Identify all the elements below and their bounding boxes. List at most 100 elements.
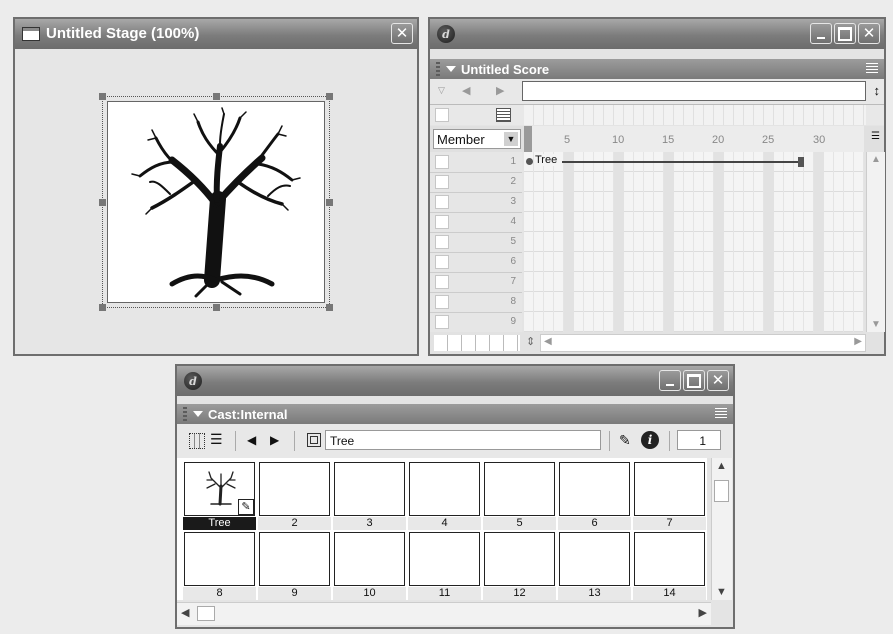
cast-minimize-button[interactable] xyxy=(659,370,681,391)
options-menu-icon[interactable] xyxy=(866,63,878,74)
channel-toggle[interactable] xyxy=(435,155,449,169)
next-marker-icon[interactable]: ▶ xyxy=(496,84,504,97)
collapse-arrow-icon[interactable] xyxy=(446,66,456,72)
cast-member-slot[interactable]: 7 xyxy=(633,462,706,530)
cast-member-slot[interactable]: 12 xyxy=(483,532,556,600)
channel-row[interactable]: 2 xyxy=(430,172,522,193)
score-vertical-scrollbar[interactable]: ▲ ▼ xyxy=(866,152,885,332)
cast-vertical-scrollbar[interactable]: ▲ ▼ xyxy=(711,458,732,600)
cast-member-number-field[interactable]: 1 xyxy=(677,430,721,450)
resize-handle-br[interactable] xyxy=(326,304,333,311)
resize-handle-bl[interactable] xyxy=(99,304,106,311)
cast-member-slot[interactable]: 9 xyxy=(258,532,331,600)
cast-panel-header[interactable]: Cast:Internal xyxy=(177,404,733,424)
channel-toggle[interactable] xyxy=(435,275,449,289)
script-channel-cells[interactable] xyxy=(524,105,866,125)
panel-grip[interactable] xyxy=(436,62,440,76)
panel-grip[interactable] xyxy=(183,407,187,421)
scroll-thumb[interactable] xyxy=(197,606,215,621)
scroll-up-icon[interactable]: ▲ xyxy=(716,460,727,472)
channel-row[interactable]: 4 xyxy=(430,212,522,233)
resize-handle-bc[interactable] xyxy=(213,304,220,311)
score-slider-handle[interactable]: ⇕ xyxy=(526,335,535,348)
scroll-right-icon[interactable]: ▶ xyxy=(854,336,862,347)
previous-member-icon[interactable]: ◀ xyxy=(247,433,256,447)
score-close-button[interactable]: ✕ xyxy=(858,23,880,44)
cast-member-slot[interactable]: 14 xyxy=(633,532,706,600)
channel-toggle[interactable] xyxy=(435,255,449,269)
channel-row[interactable]: 7 xyxy=(430,272,522,293)
channel-toggle[interactable] xyxy=(435,235,449,249)
sprite-span[interactable]: Tree xyxy=(526,154,804,167)
channel-toggle[interactable] xyxy=(435,315,449,329)
stage-titlebar[interactable]: Untitled Stage (100%) ✕ xyxy=(15,19,417,49)
list-view-icon[interactable]: ☰ xyxy=(210,432,223,446)
cast-member-slot[interactable]: 11 xyxy=(408,532,481,600)
channel-row[interactable]: 5 xyxy=(430,232,522,253)
script-channel-toggle[interactable] xyxy=(435,108,449,122)
playhead[interactable] xyxy=(524,126,532,152)
cast-member-slot[interactable]: 8 xyxy=(183,532,256,600)
cast-close-button[interactable]: ✕ xyxy=(707,370,729,391)
score-horizontal-scrollbar[interactable]: ◀ ▶ xyxy=(540,334,866,352)
resize-handle-tl[interactable] xyxy=(99,93,106,100)
cast-member-slot[interactable]: 2 xyxy=(258,462,331,530)
next-member-icon[interactable]: ▶ xyxy=(270,433,279,447)
cast-member-slot[interactable]: 10 xyxy=(333,532,406,600)
score-maximize-button[interactable] xyxy=(834,23,856,44)
cast-titlebar[interactable]: d ✕ xyxy=(177,366,733,396)
cast-member-tree[interactable]: ✎ Tree xyxy=(183,462,256,530)
scroll-left-icon[interactable]: ◀ xyxy=(544,336,552,347)
member-info-icon[interactable]: i xyxy=(641,431,659,449)
channel-row[interactable]: 8 xyxy=(430,292,522,313)
channel-toggle[interactable] xyxy=(435,195,449,209)
resize-handle-tr[interactable] xyxy=(326,93,333,100)
score-panel-header[interactable]: Untitled Score xyxy=(430,59,884,79)
sprite-bounding-box[interactable] xyxy=(99,93,333,311)
stage-canvas[interactable] xyxy=(15,49,417,354)
channel-toggle[interactable] xyxy=(435,215,449,229)
drag-cast-member-icon[interactable] xyxy=(307,433,321,447)
stage-close-button[interactable]: ✕ xyxy=(391,23,413,44)
resize-handle-tc[interactable] xyxy=(213,93,220,100)
scroll-down-icon[interactable]: ▼ xyxy=(871,319,881,330)
channel-row[interactable]: 1 xyxy=(430,152,522,173)
script-icon[interactable] xyxy=(496,108,511,122)
previous-marker-icon[interactable]: ◀ xyxy=(462,84,470,97)
scroll-thumb[interactable] xyxy=(714,480,729,502)
scroll-down-icon[interactable]: ▼ xyxy=(716,586,727,598)
channel-toggle[interactable] xyxy=(435,175,449,189)
maximize-icon xyxy=(838,26,852,41)
cast-member-slot[interactable]: 4 xyxy=(408,462,481,530)
cast-member-slot[interactable]: 6 xyxy=(558,462,631,530)
expand-icon[interactable]: ↕ xyxy=(874,83,881,98)
zoom-icon[interactable]: ☰ xyxy=(871,131,880,142)
channel-toggle[interactable] xyxy=(435,295,449,309)
channel-row[interactable]: 9 xyxy=(430,312,522,333)
marker-icon[interactable]: ▽ xyxy=(438,85,445,96)
scroll-right-icon[interactable]: ▶ xyxy=(699,606,707,619)
cast-member-slot[interactable]: 3 xyxy=(333,462,406,530)
resize-handle-mr[interactable] xyxy=(326,199,333,206)
score-channel-buttons[interactable] xyxy=(434,335,520,351)
cast-member-name-field[interactable]: Tree xyxy=(325,430,601,450)
resize-handle-ml[interactable] xyxy=(99,199,106,206)
scroll-left-icon[interactable]: ◀ xyxy=(181,606,189,619)
channel-row[interactable]: 3 xyxy=(430,192,522,213)
channel-row[interactable]: 6 xyxy=(430,252,522,273)
collapse-arrow-icon[interactable] xyxy=(193,411,203,417)
cast-horizontal-scrollbar[interactable]: ◀ ▶ xyxy=(177,602,711,625)
cast-member-slot[interactable]: 5 xyxy=(483,462,556,530)
thumbnail-view-icon[interactable] xyxy=(189,433,205,449)
marker-area[interactable] xyxy=(522,81,866,101)
script-icon[interactable]: ✎ xyxy=(619,432,631,449)
options-menu-icon[interactable] xyxy=(715,408,727,419)
sprite-channel-grid[interactable]: Tree xyxy=(524,152,866,332)
score-minimize-button[interactable] xyxy=(810,23,832,44)
cast-maximize-button[interactable] xyxy=(683,370,705,391)
member-dropdown[interactable]: Member ▼ xyxy=(433,129,521,149)
cast-member-label: 13 xyxy=(558,587,631,600)
scroll-up-icon[interactable]: ▲ xyxy=(871,154,881,165)
cast-member-slot[interactable]: 13 xyxy=(558,532,631,600)
score-titlebar[interactable]: d ✕ xyxy=(430,19,884,49)
